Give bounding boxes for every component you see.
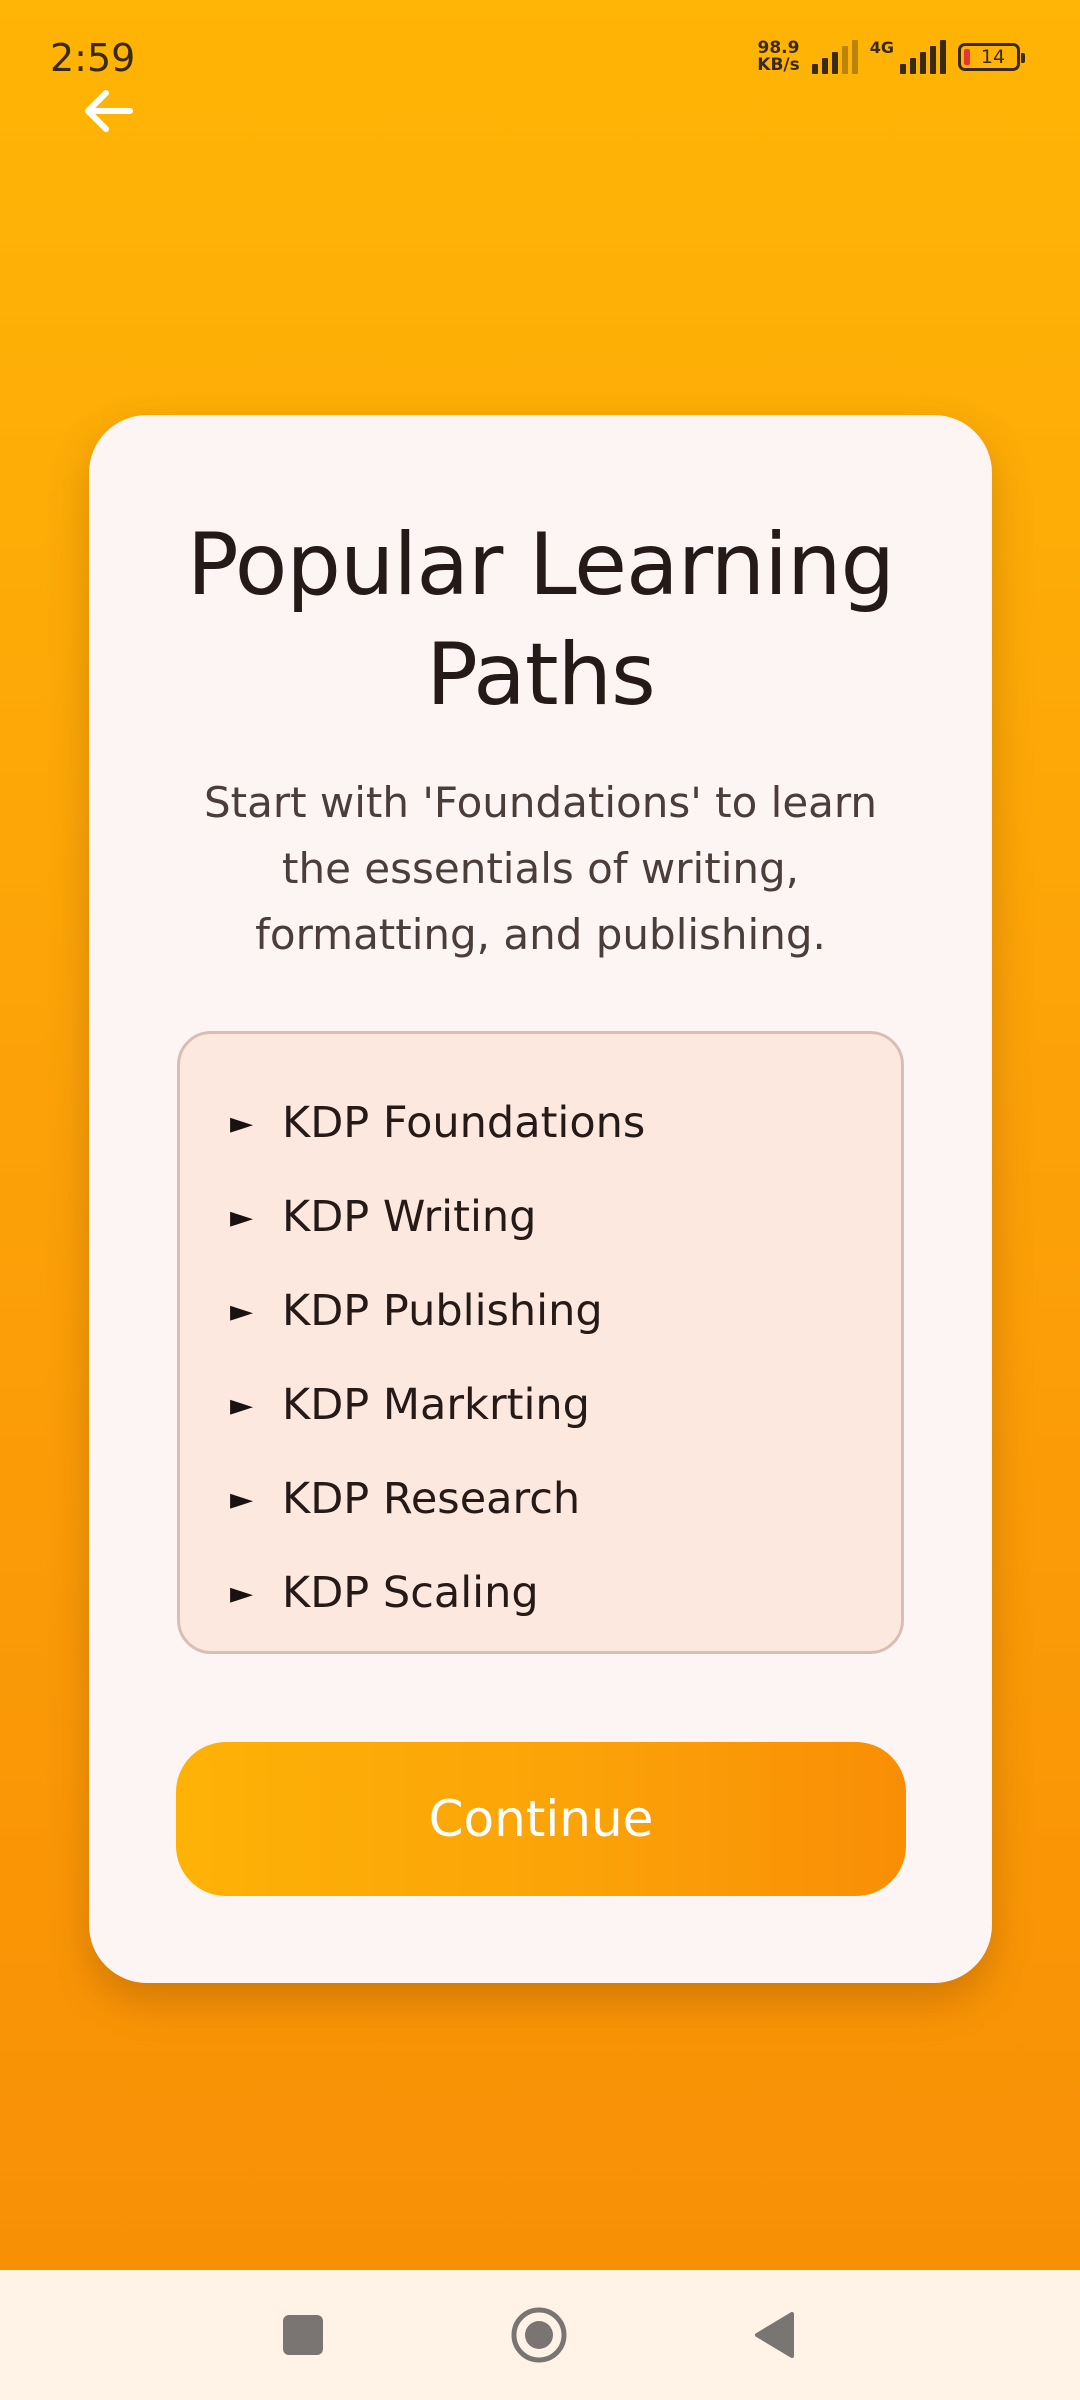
path-label: KDP Research — [282, 1474, 581, 1524]
play-arrow-icon: ► — [230, 1481, 254, 1517]
signal-4g-icon — [900, 40, 946, 74]
back-triangle-icon[interactable] — [752, 2310, 796, 2360]
home-circle-icon[interactable] — [510, 2306, 568, 2364]
learning-paths-list: ► KDP Foundations ► KDP Writing ► KDP Pu… — [177, 1031, 904, 1654]
recents-square-icon[interactable] — [283, 2315, 323, 2355]
path-item-marketing[interactable]: ► KDP Markrting — [230, 1358, 901, 1452]
play-arrow-icon: ► — [230, 1387, 254, 1423]
card-title: Popular Learning Paths — [186, 515, 895, 725]
path-item-writing[interactable]: ► KDP Writing — [230, 1170, 901, 1264]
path-label: KDP Markrting — [282, 1380, 590, 1430]
path-item-publishing[interactable]: ► KDP Publishing — [230, 1264, 901, 1358]
card-subtitle: Start with 'Foundations' to learn the es… — [203, 778, 878, 959]
battery-low-indicator — [964, 49, 970, 65]
learning-paths-card: Popular Learning Paths Start with 'Found… — [89, 415, 992, 1983]
back-arrow-icon — [85, 90, 133, 132]
path-label: KDP Foundations — [282, 1098, 646, 1148]
screen: 2:59 98.9 KB/s 4G 14 Popular Learning Pa… — [0, 0, 1080, 2400]
network-speed-unit: KB/s — [757, 55, 800, 75]
network-speed: 98.9 KB/s — [757, 40, 799, 74]
path-label: KDP Publishing — [282, 1286, 603, 1336]
back-button[interactable] — [78, 80, 140, 142]
path-item-foundations[interactable]: ► KDP Foundations — [230, 1076, 901, 1170]
signal-icon — [811, 40, 858, 74]
play-arrow-icon: ► — [230, 1575, 254, 1611]
system-nav-bar — [0, 2270, 1080, 2400]
play-arrow-icon: ► — [230, 1199, 254, 1235]
status-bar: 2:59 98.9 KB/s 4G 14 — [0, 0, 1080, 110]
path-item-scaling[interactable]: ► KDP Scaling — [230, 1546, 901, 1640]
status-time: 2:59 — [50, 36, 136, 80]
path-item-research[interactable]: ► KDP Research — [230, 1452, 901, 1546]
play-arrow-icon: ► — [230, 1293, 254, 1329]
battery-icon: 14 — [958, 43, 1025, 71]
continue-button[interactable]: Continue — [176, 1742, 906, 1896]
path-label: KDP Writing — [282, 1192, 537, 1242]
status-icons: 98.9 KB/s 4G 14 — [757, 37, 1025, 74]
battery-level: 14 — [980, 46, 1006, 68]
play-arrow-icon: ► — [230, 1105, 254, 1141]
network-type: 4G — [869, 37, 894, 57]
path-label: KDP Scaling — [282, 1568, 539, 1618]
